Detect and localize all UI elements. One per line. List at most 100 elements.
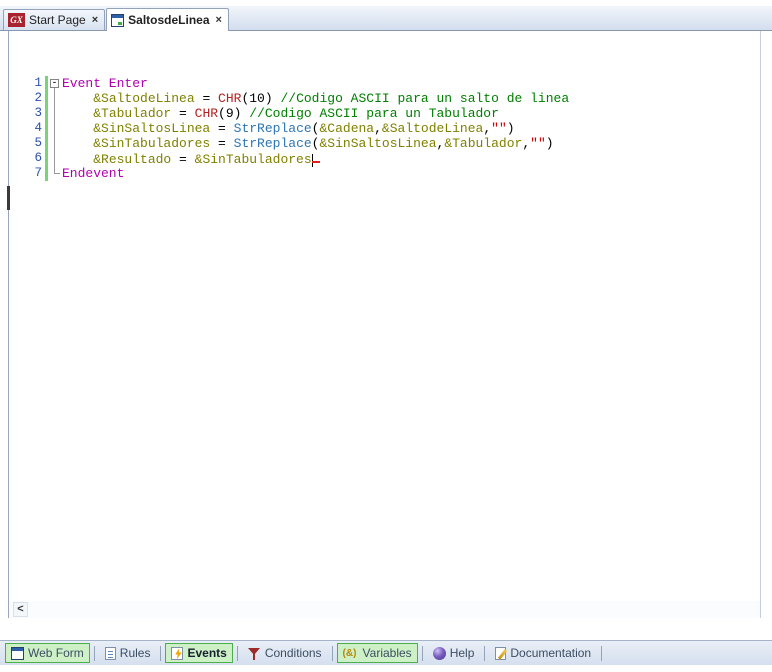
code-line-5[interactable]: 5 &SinTabuladores = StrReplace(&SinSalto… xyxy=(9,136,760,151)
conditions-icon xyxy=(247,647,261,660)
splitter-handle[interactable] xyxy=(7,186,10,210)
code-token: &Tabulador xyxy=(93,106,172,121)
part-tab-documentation[interactable]: Documentation xyxy=(489,643,597,663)
code-line-7[interactable]: 7 Endevent xyxy=(9,166,760,181)
fold-margin: - xyxy=(48,76,62,91)
help-icon xyxy=(432,646,446,660)
code-token: &SaltodeLinea xyxy=(381,121,484,136)
part-tab-events[interactable]: Events xyxy=(165,643,233,663)
code-token: ) xyxy=(506,121,515,136)
close-icon[interactable]: × xyxy=(92,14,98,26)
line-number[interactable]: 3 xyxy=(9,106,45,121)
variables-icon xyxy=(343,647,359,660)
code-token: &Tabulador xyxy=(444,136,523,151)
code-token: = xyxy=(171,152,195,167)
part-tab-help[interactable]: Help xyxy=(427,643,481,663)
fold-margin xyxy=(48,121,62,136)
code-token: "" xyxy=(491,121,507,136)
fold-margin xyxy=(48,136,62,151)
scroll-left-arrow-icon[interactable]: < xyxy=(13,602,28,617)
separator xyxy=(236,645,238,661)
part-label: Web Form xyxy=(28,646,84,660)
code-token: &SinSaltosLinea xyxy=(93,121,211,136)
part-label: Events xyxy=(187,646,227,660)
tab-saltosdelinea[interactable]: SaltosdeLinea × xyxy=(106,8,229,31)
code-token: , xyxy=(374,121,382,136)
code-line-3[interactable]: 3 &Tabulador = CHR(9) //Codigo ASCII par… xyxy=(9,106,760,121)
code-token: StrReplace xyxy=(233,121,312,136)
tab-label: Start Page xyxy=(29,13,86,27)
code-token: , xyxy=(522,136,531,151)
rules-icon xyxy=(104,646,116,660)
code-lines: 1- Event Enter 2 &SaltodeLinea = CHR(10) /… xyxy=(9,31,760,601)
code-token: &Cadena xyxy=(319,121,375,136)
part-label: Rules xyxy=(119,646,151,660)
part-label: Conditions xyxy=(264,646,322,660)
fold-collapse-icon[interactable]: - xyxy=(50,79,59,88)
part-tab-web-form[interactable]: Web Form xyxy=(5,643,90,663)
code-content: Endevent xyxy=(62,166,124,181)
fold-margin xyxy=(48,106,62,121)
code-token: = xyxy=(194,91,219,106)
fold-corner xyxy=(54,173,60,174)
events-icon xyxy=(171,646,184,660)
part-tab-rules[interactable]: Rules xyxy=(99,643,157,663)
line-number[interactable]: 5 xyxy=(9,136,45,151)
fold-line xyxy=(54,91,55,106)
code-line-2[interactable]: 2 &SaltodeLinea = CHR(10) //Codigo ASCII… xyxy=(9,91,760,106)
code-line-4[interactable]: 4 &SinSaltosLinea = StrReplace(&Cadena,&… xyxy=(9,121,760,136)
part-tab-conditions[interactable]: Conditions xyxy=(242,643,328,663)
fold-margin xyxy=(48,151,62,166)
code-token: = xyxy=(210,121,234,136)
code-token: ) xyxy=(545,136,554,151)
code-token: Event Enter xyxy=(62,76,148,91)
documentation-icon xyxy=(495,646,507,660)
webform-icon xyxy=(11,646,24,660)
code-token: CHR xyxy=(194,106,219,121)
part-label: Help xyxy=(449,646,475,660)
separator xyxy=(601,645,603,661)
tab-start-page[interactable]: GX Start Page × xyxy=(3,9,106,30)
fold-line xyxy=(54,151,55,166)
separator xyxy=(421,645,423,661)
horizontal-scrollbar[interactable]: < xyxy=(9,601,760,618)
separator xyxy=(93,645,95,661)
separator xyxy=(160,645,162,661)
close-icon[interactable]: × xyxy=(216,14,222,26)
code-token: &Resultado xyxy=(93,152,172,167)
code-token: //Codigo ASCII para un Tabulador xyxy=(249,106,499,121)
line-number[interactable]: 4 xyxy=(9,121,45,136)
error-marker xyxy=(311,151,320,163)
gx-logo-icon: GX xyxy=(8,13,25,27)
code-content: &SinSaltosLinea = StrReplace(&Cadena,&Sa… xyxy=(62,121,515,136)
code-token: &SaltodeLinea xyxy=(93,91,195,106)
fold-line xyxy=(54,106,55,121)
code-token: CHR xyxy=(218,91,242,106)
separator xyxy=(331,645,333,661)
line-number[interactable]: 6 xyxy=(9,151,45,166)
code-line-1[interactable]: 1- Event Enter xyxy=(9,76,760,91)
code-token: "" xyxy=(530,136,546,151)
code-token: &SinSaltosLinea xyxy=(319,136,437,151)
code-content: &Resultado = &SinTabuladores xyxy=(62,151,320,167)
code-token: StrReplace xyxy=(233,136,312,151)
part-tabs: Web Form Rules Events Conditions Variables He… xyxy=(0,640,772,665)
line-number[interactable]: 2 xyxy=(9,91,45,106)
code-editor: 1- Event Enter 2 &SaltodeLinea = CHR(10) /… xyxy=(7,31,761,618)
code-token: (10) xyxy=(241,91,281,106)
document-tabs: GX Start Page × SaltosdeLinea × xyxy=(0,6,772,31)
line-number[interactable]: 1 xyxy=(9,76,45,91)
code-content: Event Enter xyxy=(62,76,148,91)
line-number[interactable]: 7 xyxy=(9,166,45,181)
code-token: &SinTabuladores xyxy=(93,136,211,151)
code-content: &SaltodeLinea = CHR(10) //Codigo ASCII p… xyxy=(62,91,569,106)
fold-margin xyxy=(48,91,62,106)
part-tab-variables[interactable]: Variables xyxy=(336,643,418,663)
code-token: (9) xyxy=(218,106,250,121)
separator xyxy=(484,645,486,661)
code-line-6[interactable]: 6 &Resultado = &SinTabuladores xyxy=(9,151,760,167)
